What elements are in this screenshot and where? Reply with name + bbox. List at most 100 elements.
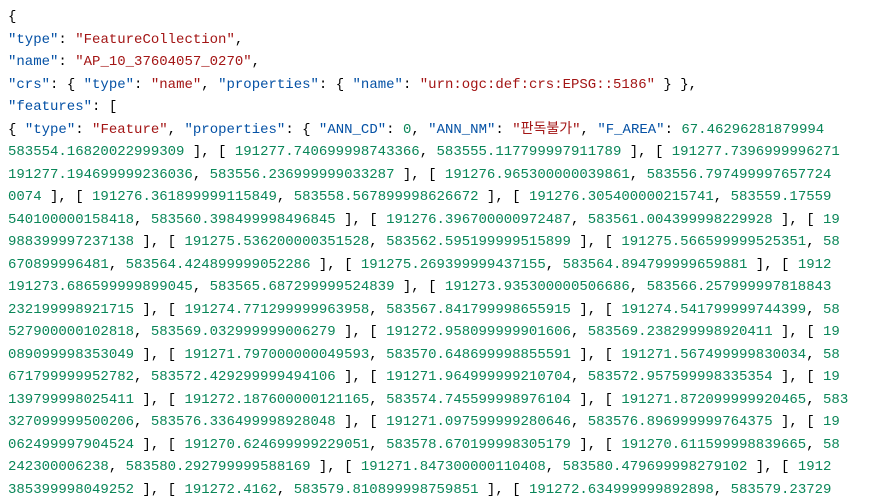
json-line: 385399998049252 ], [ 191272.4162, 583579… bbox=[8, 479, 861, 500]
json-punct: , bbox=[630, 279, 647, 295]
json-number: 540100000158418 bbox=[8, 212, 134, 228]
json-number: 583559.17559 bbox=[731, 189, 832, 205]
json-punct: , bbox=[806, 437, 823, 453]
json-string: "Feature" bbox=[92, 122, 168, 138]
json-punct: , bbox=[806, 392, 823, 408]
json-source-view: { "type": "FeatureCollection", "name": "AP… bbox=[0, 0, 869, 500]
json-punct: , bbox=[109, 459, 126, 475]
json-line: 191277.194699999236036, 583556.236999999… bbox=[8, 164, 861, 187]
json-key: "F_AREA" bbox=[597, 122, 664, 138]
json-punct: , bbox=[369, 234, 386, 250]
json-punct: ], [ bbox=[42, 189, 92, 205]
json-punct: ], [ bbox=[395, 279, 445, 295]
json-key: "name" bbox=[353, 77, 403, 93]
json-key: "ANN_NM" bbox=[428, 122, 495, 138]
json-number: 242300006238 bbox=[8, 459, 109, 475]
json-line: "type": "FeatureCollection", bbox=[8, 29, 861, 52]
json-punct: ], [ bbox=[747, 257, 797, 273]
json-number: 527900000102818 bbox=[8, 324, 134, 340]
json-string: "판독불가" bbox=[512, 122, 580, 138]
json-line: 062499997904524 ], [ 191270.624699999229… bbox=[8, 434, 861, 457]
json-punct: , bbox=[571, 369, 588, 385]
json-punct: { bbox=[8, 122, 25, 138]
json-number: 191273.935300000506686 bbox=[445, 279, 630, 295]
json-line: "features": [ bbox=[8, 96, 861, 119]
json-number: 062499997904524 bbox=[8, 437, 134, 453]
json-number: 583570.648699998855591 bbox=[386, 347, 571, 363]
json-number: 191277.7396999996271 bbox=[672, 144, 840, 160]
json-number: 583556.236999999033287 bbox=[210, 167, 395, 183]
json-punct: ], [ bbox=[134, 392, 184, 408]
json-punct: ], [ bbox=[773, 212, 823, 228]
json-punct: , bbox=[134, 414, 151, 430]
json-number: 191271.797000000049593 bbox=[184, 347, 369, 363]
json-string: "AP_10_37604057_0270" bbox=[75, 54, 251, 70]
json-punct: , bbox=[168, 122, 185, 138]
json-number: 583562.595199999515899 bbox=[386, 234, 571, 250]
json-number: 191276.965300000039861 bbox=[445, 167, 630, 183]
json-punct: ], [ bbox=[310, 459, 360, 475]
json-line: 540100000158418, 583560.398499998496845 … bbox=[8, 209, 861, 232]
json-punct: , bbox=[571, 324, 588, 340]
json-punct: , bbox=[806, 347, 823, 363]
json-punct: , bbox=[235, 32, 243, 48]
json-punct: ], [ bbox=[571, 302, 621, 318]
json-punct: , bbox=[546, 459, 563, 475]
json-number: 583572.957599998335354 bbox=[588, 369, 773, 385]
json-punct: , bbox=[369, 347, 386, 363]
json-punct: , bbox=[193, 167, 210, 183]
json-number: 583580.479699998279102 bbox=[563, 459, 748, 475]
json-number: 385399998049252 bbox=[8, 482, 134, 498]
json-punct: , bbox=[806, 234, 823, 250]
json-number: 67.46296281879994 bbox=[681, 122, 824, 138]
json-number: 58 bbox=[823, 234, 840, 250]
json-line: 988399997237138 ], [ 191275.536200000351… bbox=[8, 231, 861, 254]
json-punct: , bbox=[369, 302, 386, 318]
json-number: 671799999952782 bbox=[8, 369, 134, 385]
json-number: 19 bbox=[823, 369, 840, 385]
json-line: { "type": "Feature", "properties": { "AN… bbox=[8, 119, 861, 142]
json-line: 671799999952782, 583572.429299999494106 … bbox=[8, 366, 861, 389]
json-number: 1912 bbox=[798, 459, 832, 475]
json-key: "crs" bbox=[8, 77, 50, 93]
json-key: "properties" bbox=[218, 77, 319, 93]
json-key: "properties" bbox=[184, 122, 285, 138]
json-punct: : { bbox=[285, 122, 319, 138]
json-number: 583569.238299998920411 bbox=[588, 324, 773, 340]
json-number: 583580.292799999588169 bbox=[126, 459, 311, 475]
json-key: "ANN_CD" bbox=[319, 122, 386, 138]
json-number: 191276.361899999115849 bbox=[92, 189, 277, 205]
json-number: 670899996481 bbox=[8, 257, 109, 273]
json-line: 089099998353049 ], [ 191271.797000000049… bbox=[8, 344, 861, 367]
json-number: 583576.896999999764375 bbox=[588, 414, 773, 430]
json-number: 089099998353049 bbox=[8, 347, 134, 363]
json-number: 583560.398499998496845 bbox=[151, 212, 336, 228]
json-punct: , bbox=[134, 324, 151, 340]
json-number: 583564.894799999659881 bbox=[563, 257, 748, 273]
json-punct: ], [ bbox=[571, 347, 621, 363]
json-number: 191277.740699998743366 bbox=[235, 144, 420, 160]
json-punct: : bbox=[75, 122, 92, 138]
json-punct: , bbox=[571, 212, 588, 228]
json-punct: ], [ bbox=[310, 257, 360, 273]
json-punct: , bbox=[109, 257, 126, 273]
json-punct: , bbox=[277, 482, 294, 498]
json-line: 232199998921715 ], [ 191274.771299999963… bbox=[8, 299, 861, 322]
json-number: 327099999500206 bbox=[8, 414, 134, 430]
json-punct: : { bbox=[319, 77, 353, 93]
json-number: 191271.097599999280646 bbox=[386, 414, 571, 430]
json-line: 0074 ], [ 191276.361899999115849, 583558… bbox=[8, 186, 861, 209]
json-number: 583558.567899998626672 bbox=[294, 189, 479, 205]
json-number: 583572.429299999494106 bbox=[151, 369, 336, 385]
json-number: 191273.686599999899045 bbox=[8, 279, 193, 295]
json-number: 58 bbox=[823, 347, 840, 363]
json-punct: , bbox=[193, 279, 210, 295]
json-number: 583555.117799997911789 bbox=[437, 144, 622, 160]
json-number: 191272.4162 bbox=[184, 482, 276, 498]
json-line: 670899996481, 583564.424899999052286 ], … bbox=[8, 254, 861, 277]
json-punct: , bbox=[369, 392, 386, 408]
json-number: 583561.004399998229928 bbox=[588, 212, 773, 228]
json-punct: : bbox=[134, 77, 151, 93]
json-punct: , bbox=[630, 167, 647, 183]
json-punct: ], [ bbox=[134, 482, 184, 498]
